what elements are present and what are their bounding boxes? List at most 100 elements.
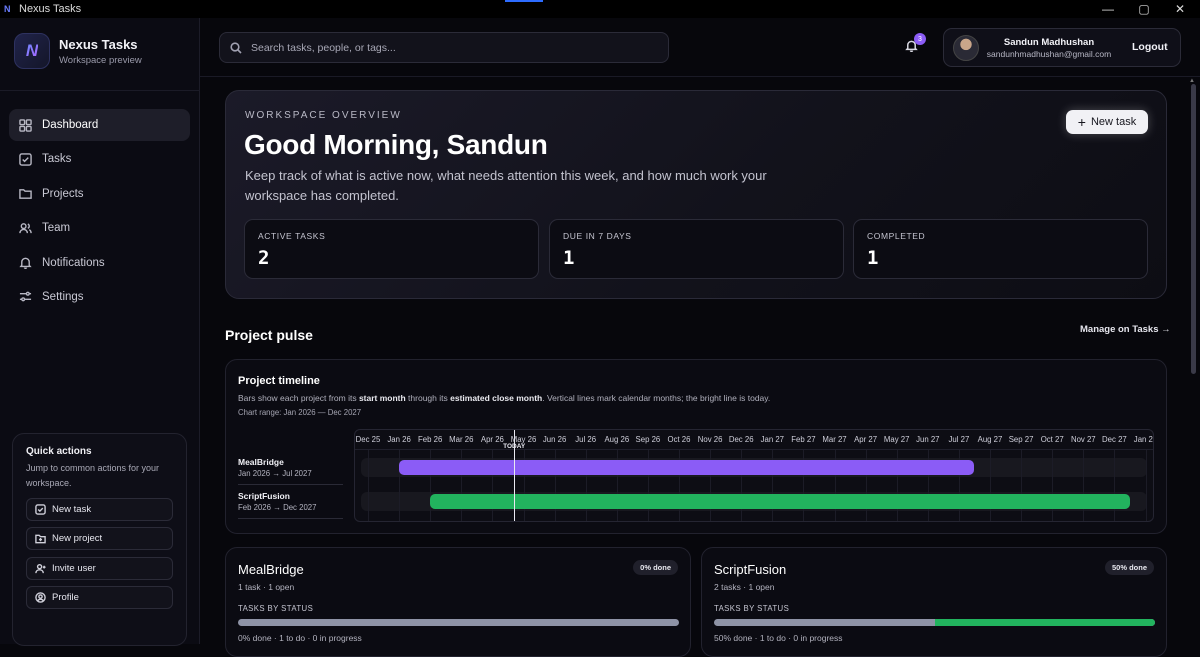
user-name: Sandun Madhushan [1003,37,1095,48]
minimize-button[interactable]: — [1090,0,1126,18]
sidebar-item-team[interactable]: Team [9,212,190,244]
window-titlebar: N Nexus Tasks — ▢ ✕ [0,0,1200,18]
user-circle-icon [35,592,46,603]
quick-actions-panel: Quick actions Jump to common actions for… [12,433,187,646]
project-card-title: ScriptFusion [714,562,787,577]
new-task-button[interactable]: + New task [1066,110,1148,134]
quick-invite-user-button[interactable]: Invite user [26,556,173,580]
project-name: MealBridge [238,457,284,467]
timeline-month-label: Jul 26 [575,435,597,444]
search-box[interactable] [219,32,669,63]
timeline-month-label: Nov 27 [1070,435,1096,444]
project-card-title: MealBridge [238,562,304,577]
scrollbar-thumb[interactable] [1191,84,1196,374]
project-card-footer: 50% done · 1 to do · 0 in progress [714,633,843,643]
timeline-months: Dec 25 Jan 26 Feb 26 Mar 26 Apr 26 May 26 Jun … [355,430,1153,450]
sidebar-item-label: Tasks [42,153,72,166]
project-card-status-label: TASKS BY STATUS [238,604,314,613]
timeline-month-label: Dec 25 [355,435,381,444]
sidebar-item-projects[interactable]: Projects [9,178,190,210]
timeline-month-label: Jun 27 [916,435,940,444]
quick-new-project-button[interactable]: New project [26,527,173,550]
quick-action-label: Invite user [52,562,96,574]
sidebar-item-settings[interactable]: Settings [9,281,190,313]
user-plus-icon [35,563,46,573]
timeline-month-gridline [1052,450,1054,521]
project-card-scriptfusion[interactable]: ScriptFusion 2 tasks · 1 open 50% done T… [701,547,1167,657]
row-divider [238,484,343,485]
stat-label: DUE IN 7 DAYS [563,231,632,241]
close-button[interactable]: ✕ [1162,0,1198,18]
folder-plus-icon [35,534,46,544]
status-badge: 0% done [633,560,678,575]
quick-profile-button[interactable]: Profile [26,586,173,609]
timeline-month-label: Sep 26 [635,435,661,444]
progress-bar [714,619,1155,626]
sidebar-item-label: Team [42,222,71,235]
checkbox-icon [35,503,46,515]
sidebar-item-label: Projects [42,187,84,200]
timeline-month-label: Sep 27 [1008,435,1034,444]
timeline-month-gridline [368,450,369,521]
timeline-title: Project timeline [238,375,320,387]
project-name: ScriptFusion [238,491,290,501]
notifications-button[interactable]: 3 [905,33,926,55]
timeline-month-label: Jun 26 [542,435,567,444]
sidebar-item-label: Notifications [42,256,105,269]
project-timeline: Project timeline Bars show each project … [225,359,1167,534]
app-logo-icon: N [4,4,11,14]
topbar: 3 Sandun Madhushan sandunhmadhushan@gmai… [200,18,1200,77]
brand[interactable]: N Nexus Tasks Workspace preview [14,33,142,69]
stat-due-7-days: DUE IN 7 DAYS 1 [549,219,844,279]
dashboard-icon [19,118,32,132]
timeline-project-label: MealBridge Jan 2026 → Jul 2027 [238,457,312,478]
logout-button[interactable]: Logout [1132,41,1168,53]
sidebar-item-label: Settings [42,290,84,303]
sidebar-divider [0,90,200,91]
sidebar-item-tasks[interactable]: Tasks [9,143,190,175]
brand-name: Nexus Tasks [59,36,138,52]
sidebar-item-dashboard[interactable]: Dashboard [9,109,190,141]
progress-bar [238,619,679,626]
timeline-bar-mealbridge[interactable] [399,460,975,475]
quick-new-task-button[interactable]: New task [26,497,173,521]
sidebar-item-label: Dashboard [42,119,99,131]
avatar[interactable] [953,35,979,61]
bell-icon [19,257,32,270]
project-card-mealbridge[interactable]: MealBridge 1 task · 1 open 0% done TASKS… [225,547,691,657]
new-task-label: New task [1090,116,1137,128]
quick-action-label: New task [52,503,92,515]
timeline-month-label: Oct 26 [667,435,691,444]
manage-on-tasks-link[interactable]: Manage on Tasks → [1080,324,1171,335]
stat-label: COMPLETED [867,231,926,241]
stat-value: 2 [258,247,270,269]
plus-icon: + [1077,114,1086,130]
timeline-month-label: Jan 27 [760,435,785,444]
page-title: Good Morning, Sandun [244,129,548,160]
timeline-month-label: Apr 26 [480,435,504,444]
project-range: Jan 2026 → Jul 2027 [238,469,312,478]
timeline-month-label: Feb 26 [418,435,443,444]
brand-subtitle: Workspace preview [59,54,142,66]
quick-actions-title: Quick actions [26,446,92,457]
sidebar: N Nexus Tasks Workspace preview Dashboar… [0,18,200,646]
timeline-month-label: Nov 26 [697,435,723,444]
timeline-month-label: Dec 27 [1102,435,1127,444]
timeline-description: Bars show each project from its start mo… [238,393,771,403]
project-card-summary: 2 tasks · 1 open [714,582,775,592]
sidebar-item-notifications[interactable]: Notifications [9,247,190,279]
timeline-grid: Dec 25 Jan 26 Feb 26 Mar 26 Apr 26 May 26 Jun … [354,429,1154,522]
timeline-month-label: Aug 26 [604,435,630,444]
quick-action-label: New project [52,533,103,544]
brand-logo-icon: N [14,33,50,69]
maximize-button[interactable]: ▢ [1126,0,1162,18]
row-divider [238,518,343,519]
timeline-bar-scriptfusion[interactable] [430,494,1130,509]
today-label: TODAY [503,443,526,450]
timeline-month-label: Mar 27 [822,435,847,444]
search-input[interactable] [251,41,651,54]
project-range: Feb 2026 → Dec 2027 [238,503,317,512]
section-title: Project pulse [225,327,313,343]
timeline-month-label: Dec 26 [728,435,754,444]
timeline-month-label: May 27 [883,435,910,444]
